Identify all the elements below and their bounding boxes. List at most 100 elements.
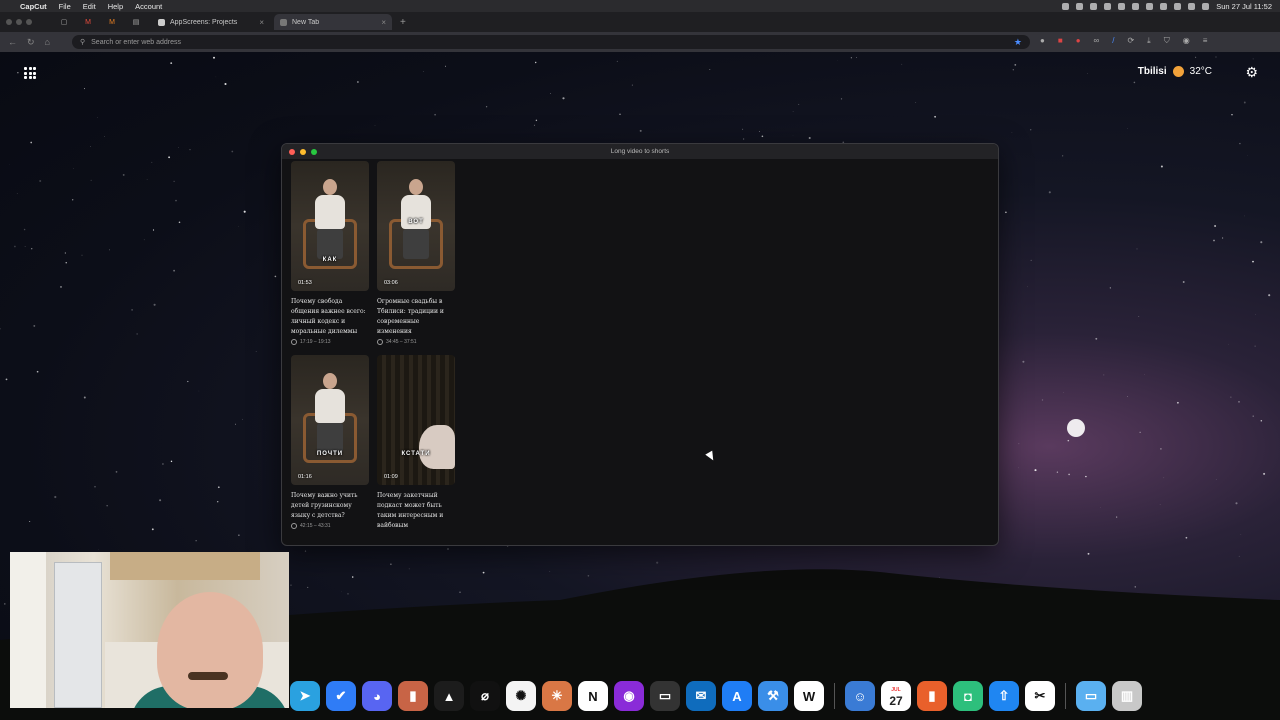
webflow-icon[interactable]: W bbox=[794, 681, 824, 711]
github-icon[interactable]: ◉ bbox=[614, 681, 644, 711]
pinned-tab-icon[interactable]: ▤ bbox=[124, 14, 148, 30]
new-tab-button[interactable]: + bbox=[400, 17, 406, 28]
chatgpt-icon[interactable]: ✺ bbox=[506, 681, 536, 711]
tray-icon[interactable] bbox=[1104, 2, 1112, 10]
tray-icon[interactable] bbox=[1132, 2, 1140, 10]
firefox-favicon-icon bbox=[280, 18, 287, 26]
appscreens-favicon-icon bbox=[158, 18, 165, 26]
tasks-icon[interactable]: ✔ bbox=[326, 681, 356, 711]
tab-new-tab[interactable]: New Tab × bbox=[274, 14, 392, 30]
extension-icon[interactable]: ● bbox=[1040, 36, 1045, 46]
extension-icon[interactable]: / bbox=[1112, 36, 1114, 46]
tab-appscreens[interactable]: AppScreens: Projects × bbox=[152, 14, 270, 30]
sidebar-toggle-icon[interactable]: ▢ bbox=[52, 14, 76, 30]
browser-tab-strip: ▢ M M ▤ AppScreens: Projects × New Tab ×… bbox=[0, 12, 1280, 32]
notion-icon[interactable]: N bbox=[578, 681, 608, 711]
macos-dock: ➤ ✔ ◕ ▮ ▲ ⌀ ✺ ✳ N ◉ ▭ ✉ A ⚒ W ☺ JUL 27 ▮ ◘ ⇧ ✂ ▭ ▥ bbox=[290, 678, 1142, 714]
time-range: 17:19 – 19:13 bbox=[291, 339, 369, 345]
tab-label: AppScreens: Projects bbox=[170, 18, 238, 26]
time-range-text: 34:45 – 37:51 bbox=[386, 339, 417, 345]
avatar[interactable]: ◉ bbox=[1183, 36, 1190, 46]
bookmark-star-icon[interactable]: ★ bbox=[1014, 37, 1022, 48]
close-tab-icon[interactable]: × bbox=[259, 18, 264, 27]
zoom-window-button[interactable] bbox=[26, 19, 32, 25]
menubar-clock[interactable]: Sun 27 Jul 11:52 bbox=[1216, 2, 1272, 11]
menu-app-name[interactable]: CapCut bbox=[20, 2, 47, 11]
menu-account[interactable]: Account bbox=[135, 2, 162, 11]
window-titlebar: Long video to shorts bbox=[282, 144, 998, 159]
folder-icon[interactable]: ▭ bbox=[1076, 681, 1106, 711]
menu-icon[interactable]: ≡ bbox=[1203, 36, 1208, 46]
telegram-icon[interactable]: ➤ bbox=[290, 681, 320, 711]
short-title: Огромные свадьбы в Тбилиси: традиции и с… bbox=[377, 298, 444, 335]
tray-icon[interactable] bbox=[1076, 2, 1084, 10]
gmail-pinned-tab-icon[interactable]: M bbox=[100, 14, 124, 30]
chat-icon[interactable]: ◘ bbox=[953, 681, 983, 711]
duration-badge: 03:06 bbox=[384, 280, 398, 286]
extension-icon[interactable]: ■ bbox=[1058, 36, 1063, 46]
bar-chart-icon[interactable]: ▮ bbox=[917, 681, 947, 711]
reload-icon[interactable]: ↻ bbox=[27, 37, 35, 48]
menu-help[interactable]: Help bbox=[108, 2, 123, 11]
tray-icon[interactable] bbox=[1160, 2, 1168, 10]
finder-icon[interactable]: ☺ bbox=[845, 681, 875, 711]
short-card[interactable]: ВОТ 03:06 Огромные свадьбы в Тбилиси: трад… bbox=[377, 161, 455, 345]
calendar-icon[interactable]: JUL 27 bbox=[881, 681, 911, 711]
outlook-icon[interactable]: ✉ bbox=[686, 681, 716, 711]
short-thumbnail[interactable]: КАК 01:53 bbox=[291, 161, 369, 291]
download-icon[interactable]: ⤓ bbox=[1147, 36, 1151, 46]
cursor-icon[interactable]: ⌀ bbox=[470, 681, 500, 711]
tray-icon[interactable] bbox=[1118, 2, 1126, 10]
browser-window-controls bbox=[6, 19, 32, 25]
shield-icon[interactable]: ⛉ bbox=[1164, 36, 1170, 46]
close-tab-icon[interactable]: × bbox=[381, 18, 386, 27]
gear-icon[interactable]: ⚙ bbox=[1245, 64, 1258, 81]
weather-widget[interactable]: Tbilisi 32°C bbox=[1138, 66, 1212, 77]
close-window-button[interactable] bbox=[6, 19, 12, 25]
extensions-bar: ● ■ ● ∞ / ⟳ ⤓ ⛉ ◉ ≡ bbox=[1040, 36, 1207, 46]
minimize-window-button[interactable] bbox=[16, 19, 22, 25]
gmail-pinned-tab-icon[interactable]: M bbox=[76, 14, 100, 30]
trash-icon[interactable]: ▥ bbox=[1112, 681, 1142, 711]
tray-icon[interactable] bbox=[1146, 2, 1154, 10]
time-range: 34:45 – 37:51 bbox=[377, 339, 455, 345]
address-placeholder: Search or enter web address bbox=[91, 38, 182, 46]
discord-icon[interactable]: ◕ bbox=[362, 681, 392, 711]
time-range: 42:15 – 43:31 bbox=[291, 523, 369, 529]
short-thumbnail[interactable]: ПОЧТИ 01:16 bbox=[291, 355, 369, 485]
wifi-icon[interactable] bbox=[1174, 2, 1182, 10]
search-icon: ⚲ bbox=[80, 39, 86, 46]
shorts-grid: КАК 01:53 Почему свобода общения важнее вс… bbox=[291, 161, 455, 531]
back-icon[interactable]: ← bbox=[8, 37, 17, 47]
claude-icon[interactable]: ✳ bbox=[542, 681, 572, 711]
xcode-icon[interactable]: ⚒ bbox=[758, 681, 788, 711]
apps-grid-icon[interactable] bbox=[24, 67, 36, 79]
menu-edit[interactable]: Edit bbox=[83, 2, 96, 11]
transporter-icon[interactable]: ⇧ bbox=[989, 681, 1019, 711]
short-card[interactable]: КАК 01:53 Почему свобода общения важнее вс… bbox=[291, 161, 369, 345]
terminal-icon[interactable]: ▭ bbox=[650, 681, 680, 711]
short-card[interactable]: ПОЧТИ 01:16 Почему важно учить детей грузи… bbox=[291, 355, 369, 531]
menu-file[interactable]: File bbox=[59, 2, 71, 11]
clock-icon bbox=[291, 339, 297, 345]
status-tray: Sun 27 Jul 11:52 bbox=[1062, 2, 1272, 11]
sync-icon[interactable]: ⟳ bbox=[1127, 36, 1134, 46]
extension-icon[interactable]: ● bbox=[1076, 36, 1081, 46]
address-bar[interactable]: ⚲ Search or enter web address ★ bbox=[72, 35, 1030, 49]
time-range-text: 17:19 – 19:13 bbox=[300, 339, 331, 345]
affinity-icon[interactable]: ▲ bbox=[434, 681, 464, 711]
appstore-connect-icon[interactable]: A bbox=[722, 681, 752, 711]
home-icon[interactable]: ⌂ bbox=[45, 37, 50, 47]
dock-separator bbox=[834, 683, 835, 709]
short-thumbnail[interactable]: ВОТ 03:06 bbox=[377, 161, 455, 291]
editor-icon[interactable]: ▮ bbox=[398, 681, 428, 711]
short-thumbnail[interactable]: КСТАТИ 01:09 bbox=[377, 355, 455, 485]
extension-icon[interactable]: ∞ bbox=[1094, 36, 1100, 46]
short-card[interactable]: КСТАТИ 01:09 Почему закетчный подкаст може… bbox=[377, 355, 455, 531]
window-title: Long video to shorts bbox=[610, 148, 670, 155]
capcut-icon[interactable]: ✂ bbox=[1025, 681, 1055, 711]
tray-icon[interactable] bbox=[1090, 2, 1098, 10]
control-center-icon[interactable] bbox=[1202, 2, 1210, 10]
tray-icon[interactable] bbox=[1062, 2, 1070, 10]
search-icon[interactable] bbox=[1188, 2, 1196, 10]
